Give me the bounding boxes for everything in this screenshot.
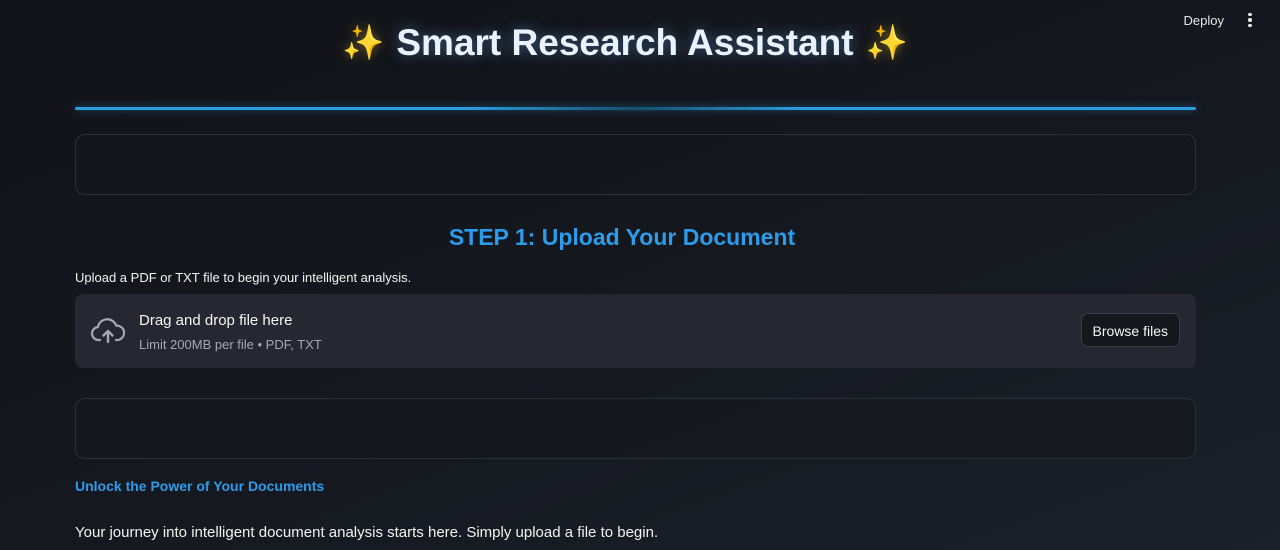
unlock-power-link[interactable]: Unlock the Power of Your Documents bbox=[75, 478, 324, 494]
app-title: Smart Research Assistant bbox=[396, 22, 854, 63]
file-dropzone[interactable]: Drag and drop file here Limit 200MB per … bbox=[75, 294, 1196, 368]
sparkle-icon-right: ✨ bbox=[865, 24, 908, 62]
header-divider bbox=[75, 107, 1196, 110]
sparkle-icon-left: ✨ bbox=[342, 24, 385, 62]
page-title: ✨ Smart Research Assistant ✨ bbox=[0, 22, 1250, 64]
intro-text: Your journey into intelligent document a… bbox=[75, 524, 659, 541]
empty-container-bottom bbox=[75, 398, 1196, 459]
dropzone-title: Drag and drop file here bbox=[139, 312, 293, 329]
empty-container-top bbox=[75, 134, 1196, 195]
dropzone-file-limit: Limit 200MB per file • PDF, TXT bbox=[139, 337, 322, 352]
browse-files-button[interactable]: Browse files bbox=[1080, 313, 1180, 347]
cloud-upload-icon bbox=[90, 318, 126, 344]
upload-instruction: Upload a PDF or TXT file to begin your i… bbox=[75, 270, 412, 285]
step-heading: STEP 1: Upload Your Document bbox=[448, 224, 796, 250]
